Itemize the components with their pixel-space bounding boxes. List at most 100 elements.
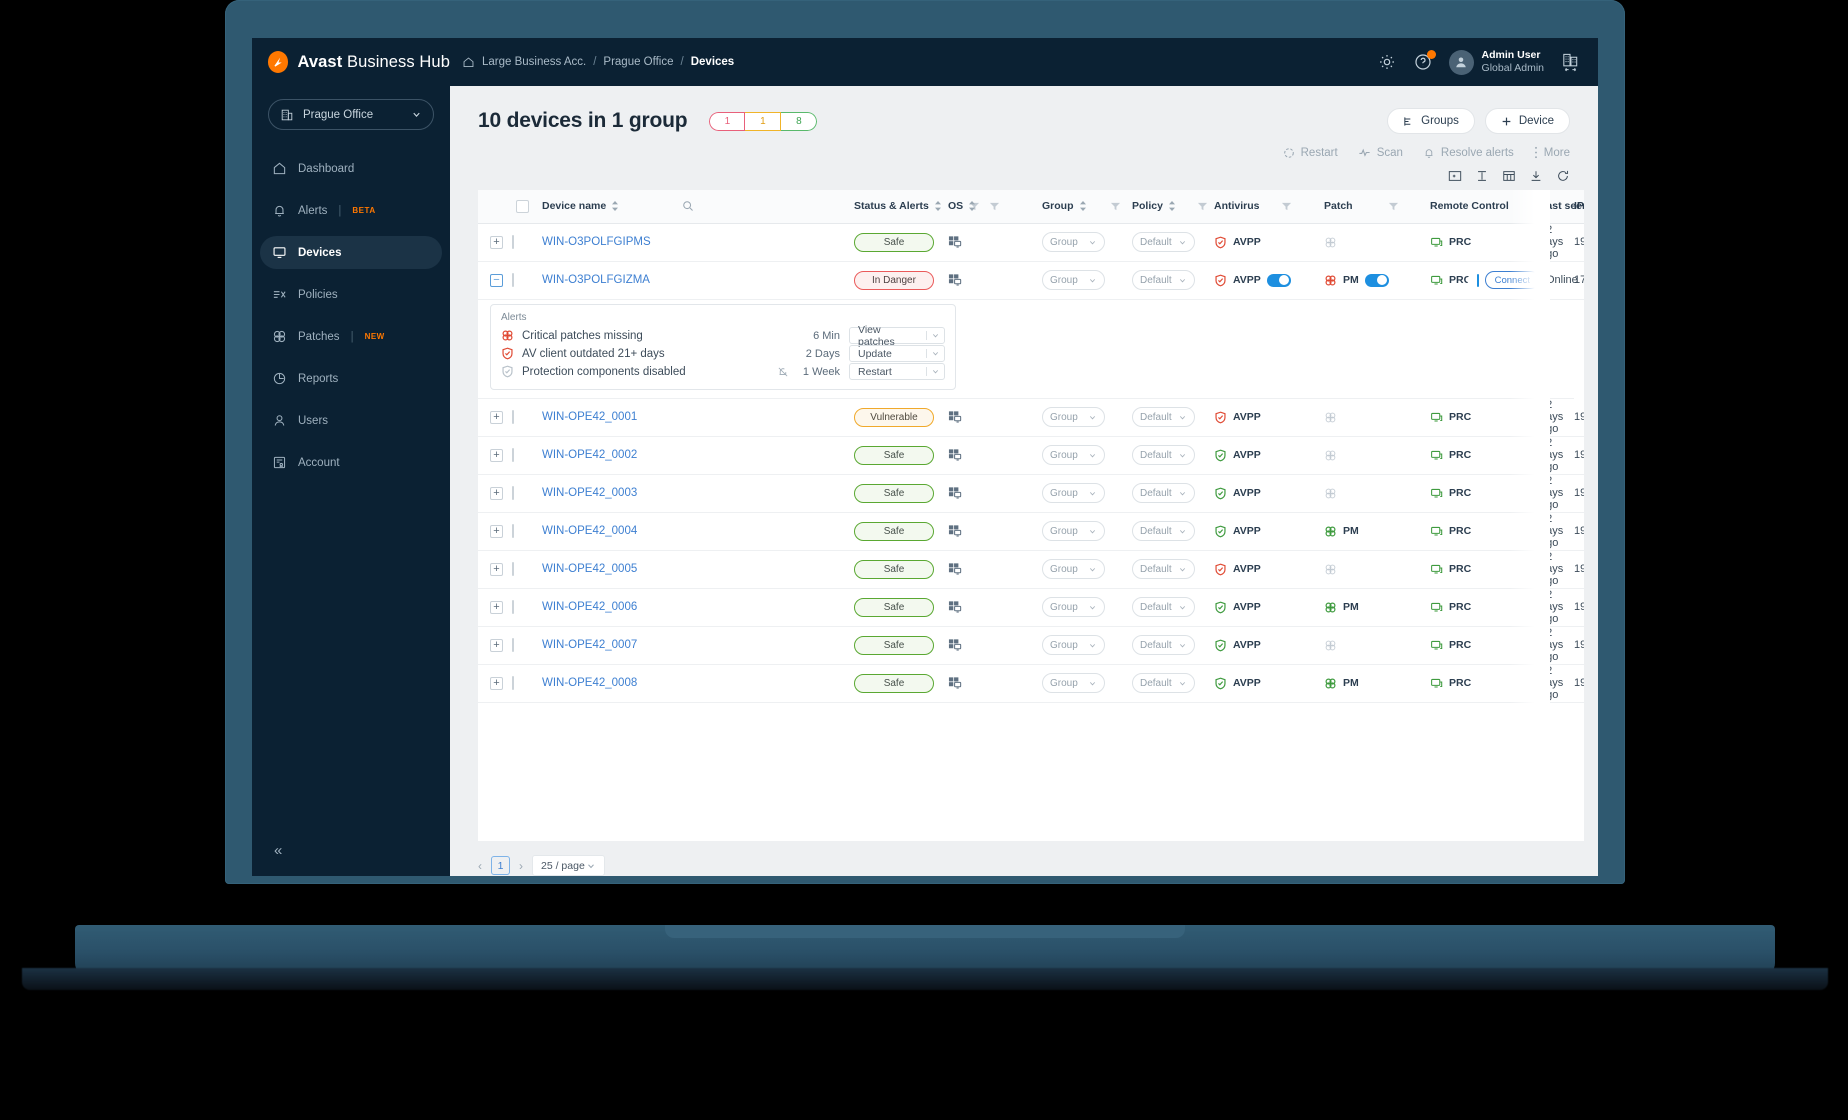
row-checkbox[interactable] (512, 273, 514, 287)
status-badge[interactable]: Safe (854, 673, 934, 693)
sidebar-item-devices[interactable]: Devices (260, 236, 442, 269)
expand-row-button[interactable]: + (490, 410, 503, 424)
patch-status[interactable] (1324, 487, 1430, 500)
pagination-next[interactable]: › (519, 859, 523, 873)
status-badge[interactable]: Safe (854, 483, 934, 503)
policy-select[interactable]: Default (1132, 445, 1195, 465)
antivirus-status[interactable]: AVPP (1214, 677, 1324, 690)
th-last-seen[interactable]: Last seen (1540, 190, 1584, 224)
row-checkbox[interactable] (512, 600, 514, 614)
policy-select[interactable]: Default (1132, 597, 1195, 617)
patch-status[interactable] (1324, 236, 1430, 249)
device-name-link[interactable]: WIN-OPE42_0002 (542, 449, 637, 461)
row-checkbox[interactable] (512, 562, 514, 576)
th-antivirus[interactable]: Antivirus (1214, 190, 1324, 224)
policy-select[interactable]: Default (1132, 270, 1195, 290)
group-select[interactable]: Group (1042, 635, 1105, 655)
expand-row-button[interactable]: + (490, 235, 503, 249)
group-select[interactable]: Group (1042, 559, 1105, 579)
expand-row-button[interactable]: + (490, 524, 503, 538)
sidebar-item-alerts[interactable]: Alerts | BETA (260, 194, 442, 227)
th-os[interactable]: OS (948, 190, 1042, 224)
chevron-down-icon[interactable] (926, 331, 944, 340)
expand-row-button[interactable]: + (490, 638, 503, 652)
devices-table-scroll[interactable]: Device name Status & Alerts OS Group Pol… (478, 190, 1584, 841)
antivirus-status[interactable]: AVPP (1214, 449, 1324, 462)
th-device-search[interactable] (682, 190, 804, 224)
sidebar-item-account[interactable]: Account (260, 446, 442, 479)
expand-row-button[interactable]: + (490, 600, 503, 614)
status-badge[interactable]: Safe (854, 597, 934, 617)
scan-button[interactable]: Scan (1358, 146, 1403, 159)
antivirus-status[interactable]: AVPP (1214, 273, 1324, 287)
policy-select[interactable]: Default (1132, 232, 1195, 252)
table-row[interactable]: + WIN-OPE42_0008 Safe Group Default AVPP (478, 664, 1584, 703)
select-all-checkbox[interactable] (516, 199, 529, 213)
company-switch-icon[interactable] (1560, 52, 1580, 72)
row-checkbox[interactable] (512, 448, 514, 462)
sort-icon[interactable] (968, 200, 976, 212)
antivirus-status[interactable]: AVPP (1214, 411, 1324, 424)
search-icon[interactable] (682, 200, 694, 212)
remote-control-status[interactable]: PRC (1430, 487, 1540, 500)
alert-item[interactable]: Protection components disabled 1 Week Re… (501, 363, 945, 381)
device-name-link[interactable]: WIN-O3POLFGIZMA (542, 274, 650, 286)
th-policy[interactable]: Policy (1132, 190, 1214, 224)
status-badge[interactable]: Vulnerable (854, 407, 934, 427)
alert-action-select[interactable]: View patches (849, 324, 945, 348)
restart-button[interactable]: Restart (1283, 147, 1338, 159)
status-badge[interactable]: Safe (854, 445, 934, 465)
device-name-link[interactable]: WIN-OPE42_0001 (542, 411, 637, 423)
status-badge-vulnerable[interactable]: 1 (745, 111, 782, 131)
sidebar-item-reports[interactable]: Reports (260, 362, 442, 395)
device-name-link[interactable]: WIN-OPE42_0007 (542, 639, 637, 651)
remote-control-status[interactable]: PRC Connect (1430, 271, 1540, 289)
device-name-link[interactable]: WIN-OPE42_0006 (542, 601, 637, 613)
sort-icon[interactable] (1079, 200, 1087, 212)
remote-control-status[interactable]: PRC (1430, 639, 1540, 652)
alert-action-select[interactable]: Restart (849, 363, 945, 380)
th-remote-control[interactable]: Remote Control (1430, 190, 1550, 224)
patch-status[interactable] (1324, 639, 1430, 652)
th-patch[interactable]: Patch (1324, 190, 1430, 224)
pagination-prev[interactable]: ‹ (478, 859, 482, 873)
row-checkbox[interactable] (512, 235, 514, 249)
policy-select[interactable]: Default (1132, 407, 1195, 427)
filter-icon[interactable] (1388, 201, 1399, 212)
antivirus-status[interactable]: AVPP (1214, 487, 1324, 500)
sidebar-item-patches[interactable]: Patches | NEW (260, 320, 442, 353)
policy-select[interactable]: Default (1132, 521, 1195, 541)
patch-status[interactable]: PM (1324, 273, 1430, 287)
table-row[interactable]: + WIN-OPE42_0002 Safe Group Default AVPP (478, 436, 1584, 475)
groups-button[interactable]: Groups (1387, 108, 1475, 134)
remote-control-status[interactable]: PRC (1430, 601, 1540, 614)
status-badge[interactable]: Safe (854, 232, 934, 252)
refresh-icon[interactable] (1556, 169, 1570, 183)
sort-icon[interactable] (611, 200, 619, 212)
remote-control-status[interactable]: PRC (1430, 449, 1540, 462)
device-name-link[interactable]: WIN-OPE42_0003 (542, 487, 637, 499)
expand-row-button[interactable]: + (490, 448, 503, 462)
group-select[interactable]: Group (1042, 521, 1105, 541)
alert-item[interactable]: AV client outdated 21+ days 2 Days Updat… (501, 345, 945, 363)
expand-row-button[interactable]: + (490, 486, 503, 500)
antivirus-status[interactable]: AVPP (1214, 639, 1324, 652)
row-height-icon[interactable] (1475, 169, 1489, 183)
th-status-alerts[interactable]: Status & Alerts (854, 190, 979, 224)
remote-control-status[interactable]: PRC (1430, 677, 1540, 690)
alert-action-select[interactable]: Update (849, 345, 945, 362)
sort-icon[interactable] (1168, 200, 1176, 212)
antivirus-status[interactable]: AVPP (1214, 525, 1324, 538)
policy-select[interactable]: Default (1132, 483, 1195, 503)
filter-icon[interactable] (1110, 201, 1121, 212)
status-badge-safe[interactable]: 8 (781, 111, 818, 131)
status-badge[interactable]: In Danger (854, 270, 934, 290)
brand-logo-group[interactable]: Avast Business Hub (268, 51, 450, 73)
sidebar-item-dashboard[interactable]: Dashboard (260, 152, 442, 185)
breadcrumb-item-1[interactable]: Prague Office (603, 56, 673, 68)
download-icon[interactable] (1529, 169, 1543, 183)
status-badge[interactable]: Safe (854, 559, 934, 579)
patch-status[interactable]: PM (1324, 601, 1430, 614)
table-row[interactable]: + WIN-OPE42_0001 Vulnerable Group Defaul… (478, 398, 1584, 437)
th-device-name[interactable]: Device name (542, 190, 682, 224)
